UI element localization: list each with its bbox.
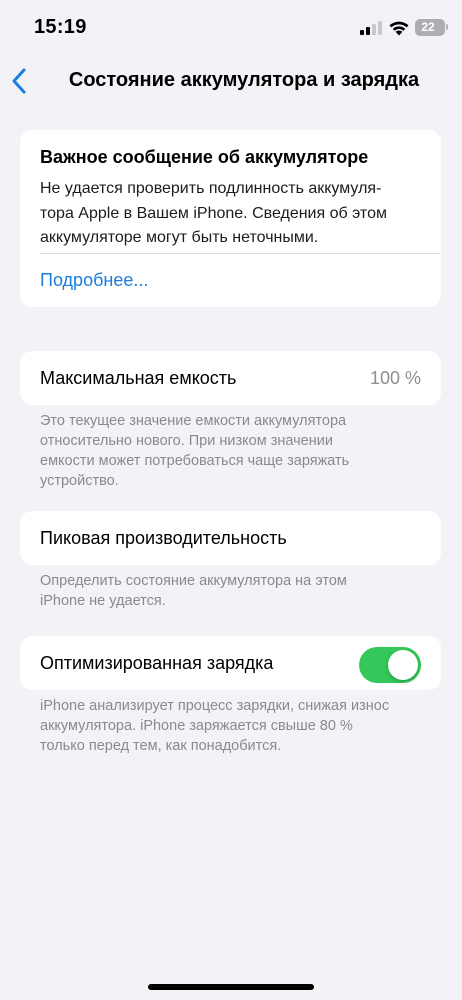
max-capacity-label: Максимальная емкость: [40, 368, 237, 388]
optimized-charging-footnote: iPhone анализирует процесс зарядки, сниж…: [40, 696, 410, 756]
max-capacity-footnote: Это текущее значение емкости аккумулятор…: [40, 411, 410, 491]
footnote-line: только перед тем, как понадобится.: [40, 738, 282, 754]
status-bar: 15:19 22: [0, 0, 462, 56]
learn-more-link[interactable]: Подробнее...: [40, 270, 148, 291]
footnote-line: Это текущее значение емкости аккумулятор…: [40, 413, 347, 429]
optimized-charging-label: Оптимизированная зарядка: [40, 653, 274, 673]
optimized-charging-row: Оптимизированная зарядка: [20, 636, 441, 690]
footnote-line: аккумулятора. iPhone заряжается свыше 80…: [40, 718, 353, 734]
warning-line: Не удается проверить подлинность аккумул…: [40, 180, 382, 197]
divider: [40, 253, 441, 254]
footnote-line: Определить состояние аккумулятора на это…: [40, 573, 347, 589]
warning-body: Не удается проверить подлинность аккумул…: [40, 177, 425, 251]
footnote-line: устройство.: [40, 473, 119, 489]
footnote-line: относительно нового. При низком значении: [40, 433, 333, 449]
page-title: Состояние аккумулятора и зарядка: [68, 69, 420, 91]
home-indicator[interactable]: [148, 984, 314, 990]
footnote-line: емкости может потребоваться чаще заряжат…: [40, 453, 350, 469]
peak-performance-row: Пиковая производительность: [20, 511, 441, 565]
warning-line: тора Apple в Вашем iPhone. Сведения об э…: [40, 204, 387, 222]
wifi-icon: [389, 21, 409, 36]
warning-title: Важное сообщение об аккумуляторе: [40, 147, 369, 167]
optimized-charging-toggle[interactable]: [359, 647, 421, 683]
max-capacity-row: Максимальная емкость 100 %: [20, 351, 441, 405]
toggle-knob: [388, 650, 418, 680]
battery-icon: 22: [415, 19, 445, 36]
peak-performance-footnote: Определить состояние аккумулятора на это…: [40, 571, 410, 611]
cellular-signal-icon: [360, 21, 382, 35]
warning-line: аккумуляторе могут быть неточными.: [40, 229, 319, 246]
peak-performance-label: Пиковая производительность: [40, 528, 287, 548]
status-time: 15:19: [34, 16, 87, 38]
max-capacity-value: 100 %: [369, 368, 421, 388]
battery-warning-card: Важное сообщение об аккумуляторе Не удае…: [20, 130, 441, 307]
footnote-line: iPhone анализирует процесс зарядки, сниж…: [40, 698, 390, 714]
battery-nub: [446, 24, 448, 30]
battery-level: 22: [421, 20, 435, 34]
navigation-bar: Состояние аккумулятора и зарядка: [0, 56, 462, 108]
footnote-line: iPhone не удается.: [40, 593, 166, 609]
